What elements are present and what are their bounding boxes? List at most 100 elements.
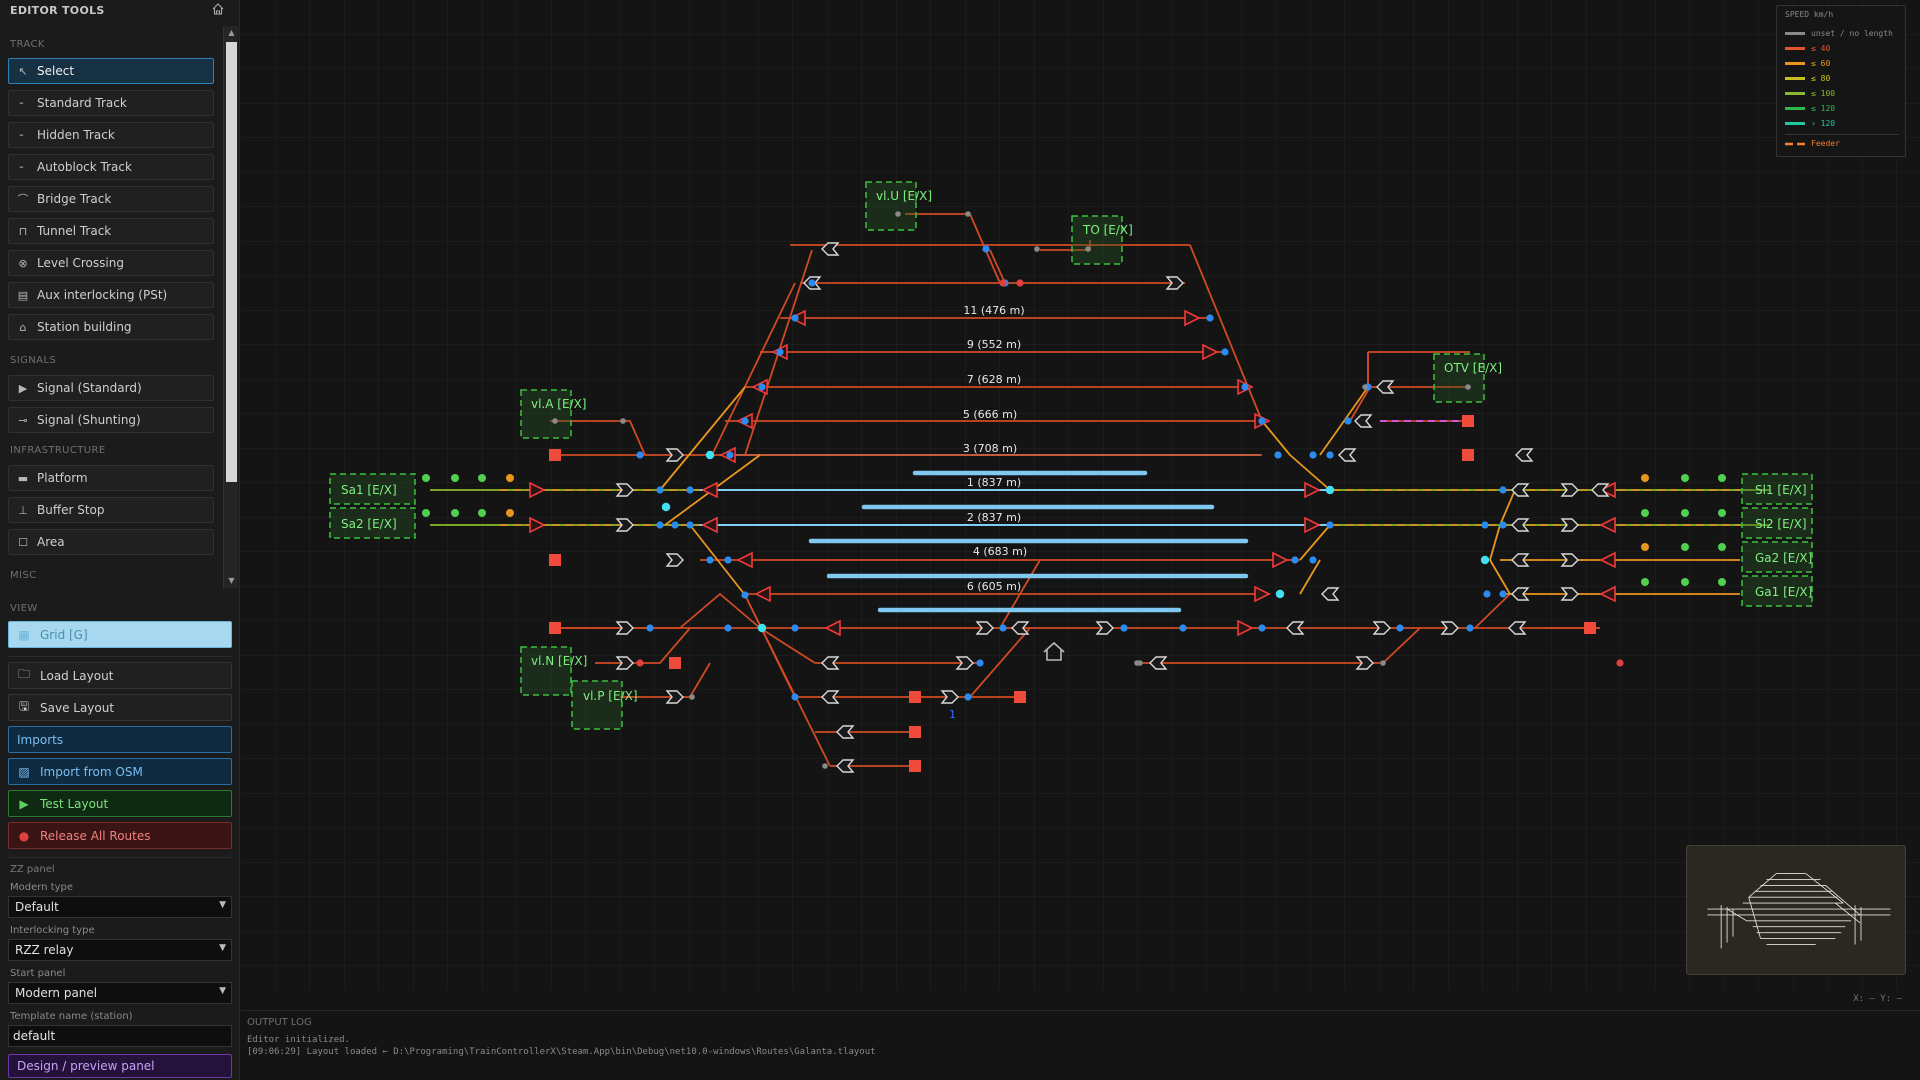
track-node[interactable] [1499,590,1507,598]
track-node[interactable] [1134,660,1140,666]
track-node[interactable] [1085,246,1091,252]
tool-aux-interlocking-pst[interactable]: ▤ Aux interlocking (PSt) [8,282,214,308]
track-node[interactable] [757,623,767,633]
track-node[interactable] [1499,486,1507,494]
track-node[interactable] [741,417,749,425]
scroll-up-icon[interactable]: ▲ [224,26,239,40]
track-node[interactable] [726,451,734,459]
track-node[interactable] [976,659,984,667]
tool-buffer-stop[interactable]: ⊥ Buffer Stop [8,497,214,523]
track-node[interactable] [1291,556,1299,564]
track-node[interactable] [808,279,816,287]
track-node[interactable] [982,245,990,253]
tool-bridge-track[interactable]: ⌒ Bridge Track [8,186,214,212]
buffer-stop-icon[interactable] [1584,622,1596,634]
modern-type-select[interactable]: Default ▼ [8,896,232,918]
track-node[interactable] [964,693,972,701]
tool-signal-shunting[interactable]: ⊸ Signal (Shunting) [8,407,214,433]
tool-area[interactable]: ☐ Area [8,529,214,555]
buffer-stop-icon[interactable] [549,622,561,634]
track-node[interactable] [1344,417,1352,425]
track-node[interactable] [758,383,766,391]
tool-tunnel-track[interactable]: ⊓ Tunnel Track [8,218,214,244]
tool-autoblock-track[interactable]: ╴ Autoblock Track [8,154,214,180]
tool-signal-standard[interactable]: ▶ Signal (Standard) [8,375,214,401]
track-node[interactable] [1274,451,1282,459]
track-node[interactable] [965,211,971,217]
track-node[interactable] [822,763,828,769]
track-node[interactable] [1480,555,1490,565]
minimap[interactable] [1686,845,1906,975]
tool-select[interactable]: ↖ Select [8,58,214,84]
track-node[interactable] [724,624,732,632]
track-node[interactable] [1499,521,1507,529]
track-node[interactable] [1326,521,1334,529]
buffer-stop-icon[interactable] [909,691,921,703]
track-node[interactable] [705,450,715,460]
release-routes-button[interactable]: ● Release All Routes [8,822,232,849]
track-node[interactable] [689,694,695,700]
tool-hidden-track[interactable]: ╴ Hidden Track [8,122,214,148]
track-node[interactable] [1325,485,1335,495]
template-name-input[interactable] [8,1025,232,1047]
layout-canvas[interactable]: vl.U [E/X] TO [E/X] OTV [E/X] vl.A [E/X] Sa1… [241,0,1920,990]
track-node[interactable] [1466,624,1474,632]
tool-standard-track[interactable]: ╴ Standard Track [8,90,214,116]
track-node[interactable] [636,659,644,667]
track-node[interactable] [1309,556,1317,564]
track-node[interactable] [741,591,749,599]
start-panel-select[interactable]: Modern panel ▼ [8,982,232,1004]
track-node[interactable] [706,556,714,564]
design-panel-button[interactable]: Design / preview panel [8,1054,232,1078]
buffer-stop-icon[interactable] [669,657,681,669]
track-node[interactable] [1396,624,1404,632]
test-layout-button[interactable]: ▶ Test Layout [8,790,232,817]
tool-platform[interactable]: ▬ Platform [8,465,214,491]
track-node[interactable] [686,521,694,529]
track-node[interactable] [656,486,664,494]
track-node[interactable] [656,521,664,529]
track-node[interactable] [686,486,694,494]
track-node[interactable] [1362,384,1368,390]
track-node[interactable] [791,314,799,322]
grid-toggle-button[interactable]: ▦ Grid [G] [8,621,232,648]
track-node[interactable] [661,502,671,512]
track-node[interactable] [791,693,799,701]
buffer-stop-icon[interactable] [1462,449,1474,461]
track-node[interactable] [1616,659,1624,667]
track-node[interactable] [1241,383,1249,391]
track-node[interactable] [646,624,654,632]
save-layout-button[interactable]: 🖫 Save Layout [8,694,232,721]
scroll-thumb[interactable] [226,42,237,482]
tool-station-building[interactable]: ⌂ Station building [8,314,214,340]
sidebar-scrollbar[interactable]: ▲ ▼ [223,26,238,588]
home-icon[interactable] [211,2,225,16]
track-node[interactable] [1326,451,1334,459]
track-node[interactable] [1016,279,1024,287]
track-node[interactable] [552,418,558,424]
import-osm-button[interactable]: ▨ Import from OSM [8,758,232,785]
track-node[interactable] [1221,348,1229,356]
track-node[interactable] [1380,660,1386,666]
track-node[interactable] [1120,624,1128,632]
buffer-stop-icon[interactable] [909,760,921,772]
track-node[interactable] [671,521,679,529]
track-node[interactable] [1034,246,1040,252]
buffer-stop-icon[interactable] [1014,691,1026,703]
track-node[interactable] [1206,314,1214,322]
track-node[interactable] [999,279,1007,287]
track-node[interactable] [776,348,784,356]
track-node[interactable] [1483,590,1491,598]
scroll-down-icon[interactable]: ▼ [224,574,239,588]
track-node[interactable] [724,556,732,564]
buffer-stop-icon[interactable] [549,554,561,566]
load-layout-button[interactable]: 🗀 Load Layout [8,662,232,689]
track-node[interactable] [1258,624,1266,632]
track-node[interactable] [999,624,1007,632]
interlocking-type-select[interactable]: RZZ relay ▼ [8,939,232,961]
track-node[interactable] [1179,624,1187,632]
track-node[interactable] [895,211,901,217]
buffer-stop-icon[interactable] [1462,415,1474,427]
track-node[interactable] [636,451,644,459]
track-node[interactable] [1275,589,1285,599]
